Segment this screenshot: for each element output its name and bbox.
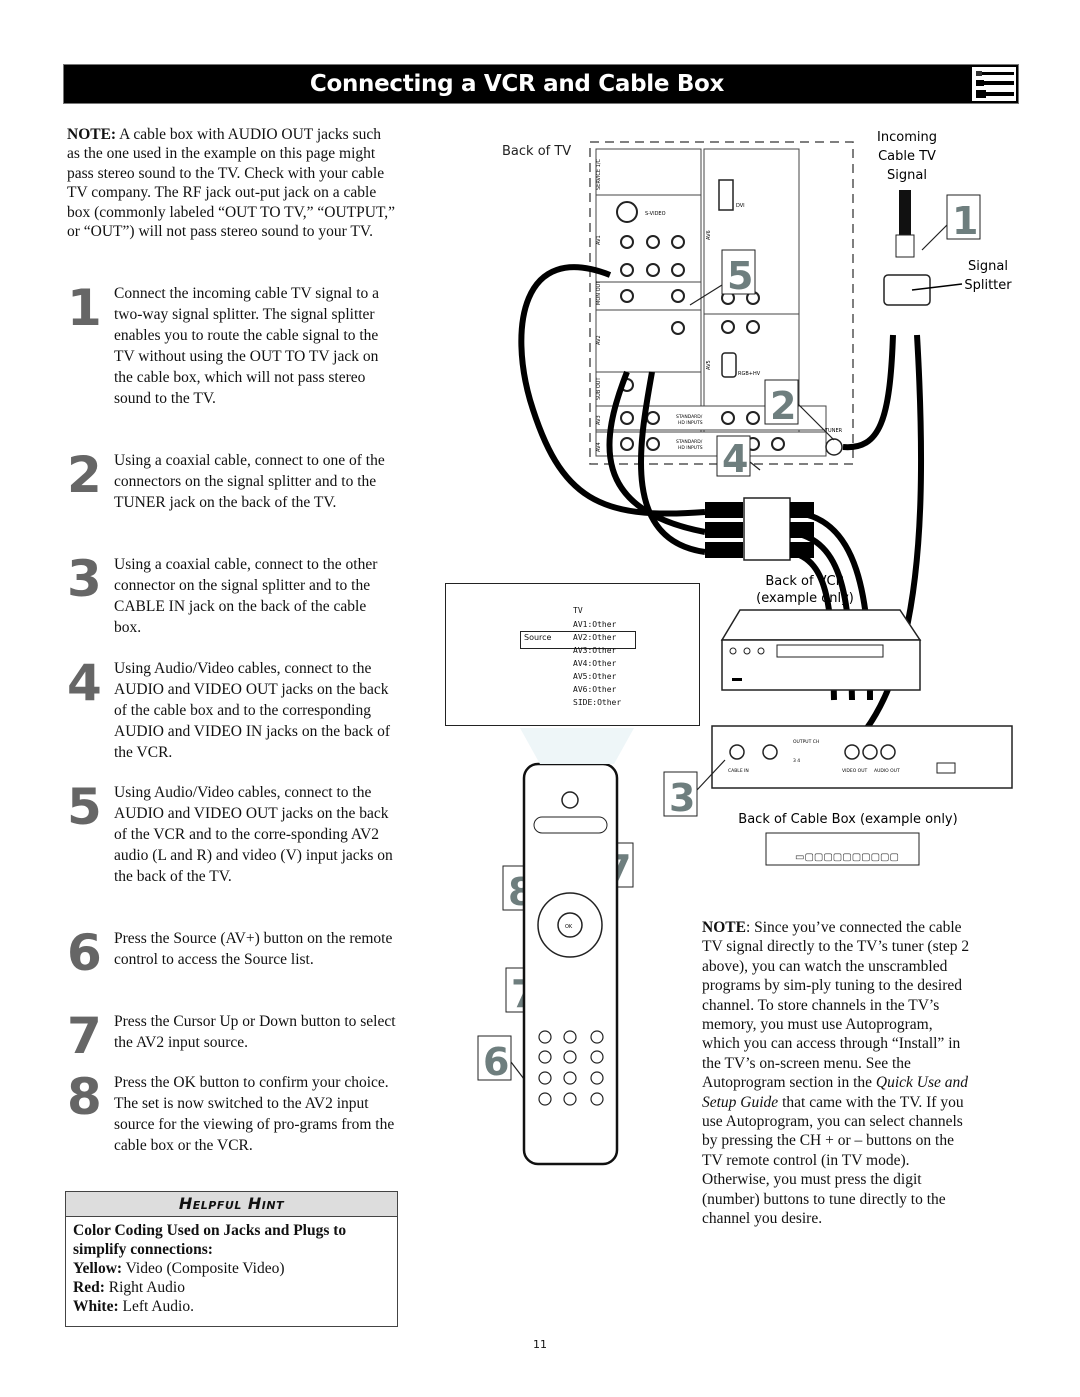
cable-in-label: CABLE IN — [728, 768, 749, 774]
av2-label: AV2 — [596, 335, 602, 345]
back-of-cable-box-label: Back of Cable Box (example only) — [738, 812, 957, 827]
source-label: Source — [524, 633, 552, 642]
std-hd-label: STANDARD/ — [676, 439, 703, 445]
vcr-front — [721, 639, 921, 691]
source-item[interactable]: TV — [573, 606, 583, 615]
ch-options-label: 3 4 — [793, 758, 800, 764]
callout-2: 2 — [770, 384, 796, 428]
s-video-jack — [616, 201, 638, 223]
video-out-label: VIDEO OUT — [842, 768, 868, 774]
sub-out-label: SUB OUT — [596, 377, 602, 400]
vcr-back-panel — [743, 497, 791, 561]
out-to-tv-jack — [762, 744, 778, 760]
hd-inputs-label: HD INPUTS — [678, 445, 703, 451]
source-item[interactable]: AV1:Other — [573, 620, 616, 629]
audio-out-label: AUDIO OUT — [874, 768, 900, 774]
source-item[interactable]: SIDE:Other — [573, 698, 621, 707]
dvi-port — [718, 179, 734, 211]
remote-beam — [520, 728, 634, 764]
callout-4: 4 — [722, 437, 748, 481]
autoprogram-note: NOTE: Since you’ve connected the cable T… — [702, 918, 972, 1229]
source-item[interactable]: AV6:Other — [573, 685, 616, 694]
tuner-jack — [825, 438, 843, 456]
rgb-label: RGB+HV — [738, 371, 761, 377]
incoming-label: Signal — [887, 168, 927, 183]
dvi-label: DVI — [736, 203, 745, 209]
page-number: 11 — [533, 1338, 547, 1351]
av4-label: AV4 — [596, 442, 602, 452]
incoming-coax — [899, 190, 911, 235]
hd-inputs-label: HD INPUTS — [678, 420, 703, 426]
callout-1: 1 — [952, 199, 978, 243]
source-item[interactable]: AV3:Other — [573, 646, 616, 655]
av3-label: AV3 — [596, 415, 602, 425]
note-text: : Since you’ve connected the cable TV si… — [702, 919, 970, 1092]
callout-3: 3 — [669, 776, 695, 820]
s-video-label: S-VIDEO — [645, 211, 666, 217]
callout-5: 5 — [727, 254, 753, 298]
back-of-vcr-label: Back of VCR — [765, 574, 844, 589]
note-label: NOTE — [702, 919, 746, 936]
incoming-label: Cable TV — [878, 149, 936, 164]
coax-connector — [895, 234, 915, 258]
source-list-osd: Source TV AV1:Other AV2:Other AV3:Other … — [445, 583, 700, 726]
incoming-label: Incoming — [877, 130, 937, 145]
power-cord-plug — [936, 762, 956, 774]
mon-out-label: MON OUT — [596, 280, 602, 305]
note-text: that came with the TV. If you use Autopr… — [702, 1093, 964, 1228]
splitter-label: Signal — [968, 259, 1008, 274]
mode-buttons — [533, 816, 608, 834]
splitter-label: Splitter — [964, 278, 1012, 293]
signal-splitter — [883, 274, 931, 306]
av6-label: AV6 — [706, 230, 712, 240]
av5-label: AV5 — [706, 360, 712, 370]
cable-box-buttons: ▭▢▢▢▢▢▢▢▢▢▢ — [795, 852, 899, 863]
service-label: SERVICE 1/C — [596, 158, 602, 190]
av1-label: AV1 — [596, 235, 602, 245]
vcr-top — [720, 609, 922, 641]
cable-box-back — [711, 725, 1013, 789]
source-item-selected[interactable]: AV2:Other — [573, 633, 616, 642]
output-ch-label: OUTPUT CH — [793, 739, 819, 745]
std-hd-label: STANDARD/ — [676, 414, 703, 420]
source-item[interactable]: AV5:Other — [573, 672, 616, 681]
back-of-vcr-label: (example only) — [756, 591, 854, 606]
rgb-hv-port — [721, 352, 737, 378]
source-item[interactable]: AV4:Other — [573, 659, 616, 668]
power-icon — [561, 791, 579, 809]
cable-in-jack — [729, 744, 745, 760]
back-of-tv-label: Back of TV — [502, 144, 571, 159]
ok-label: OK — [565, 924, 573, 930]
callout-6: 6 — [483, 1040, 509, 1084]
